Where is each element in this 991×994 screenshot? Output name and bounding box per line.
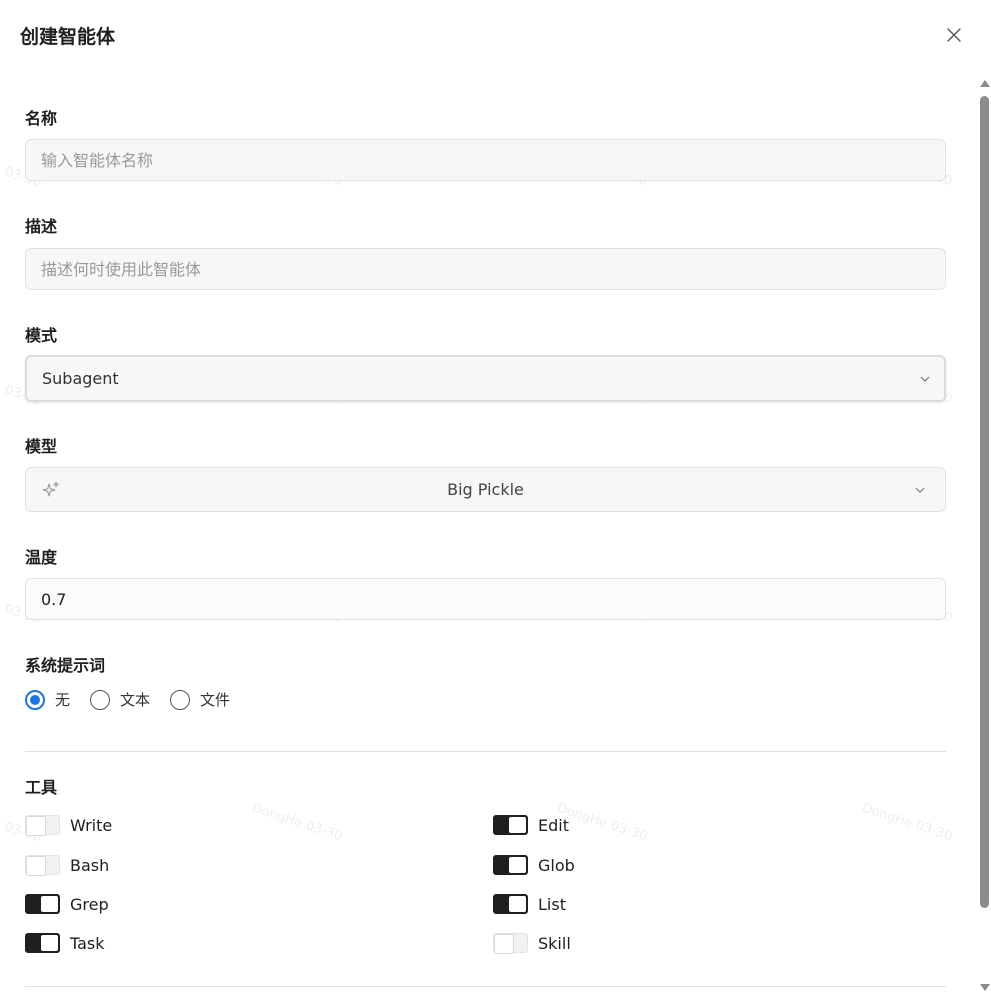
tool-label: Bash [70,855,110,875]
tool-label: Edit [538,815,569,835]
tool-toggle-task[interactable]: Task [25,933,105,953]
temperature-label: 温度 [25,548,58,567]
tool-label: Write [70,815,113,835]
mode-select-value: Subagent [42,369,119,388]
tool-toggle-write[interactable]: Write [25,815,113,836]
tool-label: Skill [538,933,571,953]
toggle-switch[interactable] [493,894,528,914]
mode-label: 模式 [25,326,58,345]
model-label: 模型 [25,437,58,456]
radio-button[interactable] [25,689,45,710]
description-input[interactable] [41,259,930,279]
section-divider [25,751,946,752]
system-prompt-radio-group: 无 文本 文件 [25,689,250,710]
section-divider [25,986,946,987]
tool-toggle-skill[interactable]: Skill [493,933,571,954]
toggle-switch[interactable] [493,855,528,875]
toggle-switch[interactable] [25,933,60,953]
scrollbar-thumb[interactable] [980,96,989,908]
radio-option-none[interactable]: 无 [25,689,70,710]
watermark: DongHe 03-30 [554,800,650,845]
tool-label: Grep [70,894,109,914]
scroll-down-arrow[interactable] [980,984,990,991]
name-label: 名称 [25,109,58,128]
close-button[interactable] [943,24,965,46]
tool-toggle-edit[interactable]: Edit [493,815,569,835]
tool-toggle-glob[interactable]: Glob [493,855,575,875]
radio-label: 文件 [200,691,231,709]
tool-label: List [538,894,566,914]
toggle-switch[interactable] [493,815,528,835]
tool-label: Task [70,933,105,953]
temperature-field-wrapper [25,578,946,620]
scroll-up-arrow[interactable] [980,80,990,87]
model-select-value: Big Pickle [447,480,524,499]
dialog-header: 创建智能体 [0,0,991,70]
toggle-switch[interactable] [25,855,60,876]
tool-label: Glob [538,855,575,875]
radio-button[interactable] [170,689,191,710]
toggle-switch[interactable] [25,815,60,836]
chevron-down-icon [920,376,930,382]
tool-toggle-list[interactable]: List [493,894,566,914]
temperature-input[interactable] [41,589,930,609]
tools-label: 工具 [25,778,58,797]
description-field-wrapper [25,248,946,290]
toggle-switch[interactable] [25,894,60,914]
tool-toggle-grep[interactable]: Grep [25,894,109,914]
radio-button[interactable] [90,689,111,710]
radio-option-file[interactable]: 文件 [170,689,230,710]
tool-toggle-bash[interactable]: Bash [25,855,110,876]
system-prompt-label: 系统提示词 [25,656,106,675]
radio-option-text[interactable]: 文本 [90,689,150,710]
scrollbar[interactable] [978,80,991,994]
radio-label: 文本 [120,691,151,709]
name-field-wrapper [25,139,946,181]
toggle-switch[interactable] [493,933,528,954]
radio-label: 无 [55,691,71,709]
dialog-title: 创建智能体 [20,26,116,48]
model-select[interactable]: Big Pickle [25,467,946,512]
mode-select[interactable]: Subagent [25,355,946,402]
name-input[interactable] [41,150,930,170]
watermark: DongHe 03-30 [859,800,955,845]
close-icon [947,28,961,42]
chevron-down-icon [915,487,925,493]
watermark: DongHe 03-30 [249,800,345,845]
description-label: 描述 [25,217,58,236]
